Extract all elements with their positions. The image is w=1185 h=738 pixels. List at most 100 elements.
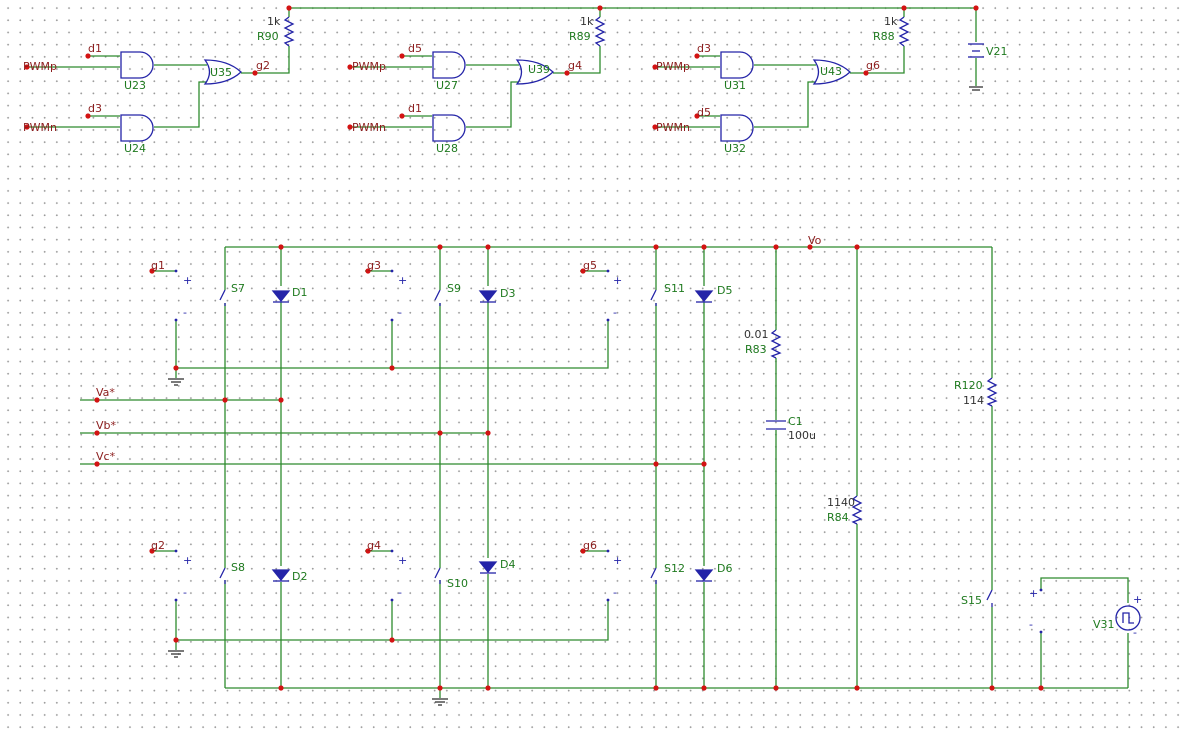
s15-minus: -	[1029, 618, 1033, 631]
r88-value: 1k	[884, 15, 898, 28]
d1-label-2: d1	[408, 102, 422, 115]
u28-label: U28	[436, 142, 458, 155]
r83-value: 0.01	[744, 328, 769, 341]
r90-name: R90	[257, 30, 279, 43]
r89-value: 1k	[580, 15, 594, 28]
d3-diode-label: D3	[500, 287, 515, 300]
d6-diode-label: D6	[717, 562, 732, 575]
r84-value: 1140	[827, 496, 855, 509]
g4-plus: +	[398, 554, 407, 567]
diode-d3	[478, 290, 498, 303]
g4-minus: -	[398, 586, 402, 599]
u32-label: U32	[724, 142, 746, 155]
s7-label: S7	[231, 282, 245, 295]
pwmn-label-3: PWMn	[656, 121, 690, 134]
g6-label-top: g6	[866, 59, 880, 72]
diode-d4	[478, 561, 498, 574]
g6-label: g6	[583, 539, 597, 552]
upper-gate-wires	[150, 270, 609, 369]
diode-d2	[271, 569, 291, 582]
ground-symbols	[168, 378, 448, 706]
r89-name: R89	[569, 30, 591, 43]
s10-label: S10	[447, 577, 468, 590]
u27-and-gate	[432, 51, 466, 79]
r120-name: R120	[954, 379, 983, 392]
r120-value: 114	[963, 394, 984, 407]
v31-plus: +	[1133, 593, 1142, 606]
u24-and-gate	[120, 114, 154, 142]
pwmp-label-2: PWMp	[352, 60, 386, 73]
schematic-sheet: V21 PWMp d1 PWMn d3 g2 U23 U24 U35 1k R9…	[0, 0, 1185, 738]
g4-label: g4	[367, 539, 381, 552]
r84-name: R84	[827, 511, 849, 524]
logic-block-2: PWMp d5 PWMn d1 g4 U27 U28 U39 1k R89	[347, 5, 606, 155]
d3-label-3: d3	[697, 42, 711, 55]
u39-label: U39	[528, 63, 550, 76]
g1-label: g1	[151, 259, 165, 272]
r89-resistor	[594, 16, 606, 47]
r88-name: R88	[873, 30, 895, 43]
c1-name: C1	[788, 415, 803, 428]
g6-minus: -	[613, 586, 617, 599]
v31-minus: -	[1133, 626, 1137, 639]
pwmp-label-3: PWMp	[656, 60, 690, 73]
v31-label: V31	[1093, 618, 1115, 631]
diode-d5	[694, 290, 714, 303]
g4-label-top: g4	[568, 59, 582, 72]
u27-label: U27	[436, 79, 458, 92]
s15-label: S15	[961, 594, 982, 607]
d4-diode-label: D4	[500, 558, 515, 571]
r83-resistor	[770, 329, 782, 359]
leg-c-wires	[655, 247, 705, 688]
pwmn-label-1: PWMn	[23, 121, 57, 134]
g2-label-top: g2	[256, 59, 270, 72]
g2-plus: +	[183, 554, 192, 567]
lower-gate-wires	[150, 550, 609, 641]
logic-block-3: PWMp d3 PWMn d5 g6 U31 U32 U43 1k R88	[652, 5, 979, 155]
d3-label-1: d3	[88, 102, 102, 115]
schematic-canvas: V21 PWMp d1 PWMn d3 g2 U23 U24 U35 1k R9…	[23, 5, 1142, 706]
g5-label: g5	[583, 259, 597, 272]
u23-and-gate	[120, 51, 154, 79]
g3-label: g3	[367, 259, 381, 272]
d5-diode-label: D5	[717, 284, 732, 297]
pwmp-label-1: PWMp	[23, 60, 57, 73]
u35-label: U35	[210, 66, 232, 79]
u31-label: U31	[724, 79, 746, 92]
s8-label: S8	[231, 561, 245, 574]
c1-value: 100u	[788, 429, 816, 442]
u31-and-gate	[720, 51, 754, 79]
r90-value: 1k	[267, 15, 281, 28]
g3-minus: -	[398, 306, 402, 319]
vc-label: Vc*	[96, 450, 116, 463]
u28-and-gate	[432, 114, 466, 142]
g5-minus: -	[613, 306, 617, 319]
r83-name: R83	[745, 343, 767, 356]
diode-d6	[694, 569, 714, 582]
s11-label: S11	[664, 282, 685, 295]
g5-plus: +	[613, 274, 622, 287]
s9-label: S9	[447, 282, 461, 295]
g3-plus: +	[398, 274, 407, 287]
d2-diode-label: D2	[292, 570, 307, 583]
pwmn-label-2: PWMn	[352, 121, 386, 134]
g6-plus: +	[613, 554, 622, 567]
d5-label-3: d5	[697, 106, 711, 119]
logic-block-1: PWMp d1 PWMn d3 g2 U23 U24 U35 1k R90	[23, 5, 295, 155]
r120-resistor	[986, 377, 998, 407]
g2-minus: -	[183, 586, 187, 599]
u32-and-gate	[720, 114, 754, 142]
vo-label: Vo	[808, 234, 822, 247]
d5-label-2: d5	[408, 42, 422, 55]
diode-d1	[271, 290, 291, 303]
u43-label: U43	[820, 65, 842, 78]
switch-stubs	[219, 289, 993, 607]
junction-dots	[94, 244, 1044, 691]
d1-label-1: d1	[88, 42, 102, 55]
g2-label: g2	[151, 539, 165, 552]
u23-label: U23	[124, 79, 146, 92]
s15-plus: +	[1029, 587, 1038, 600]
vb-label: Vb*	[96, 419, 117, 432]
c1-capacitor	[766, 420, 786, 430]
g1-minus: -	[183, 306, 187, 319]
